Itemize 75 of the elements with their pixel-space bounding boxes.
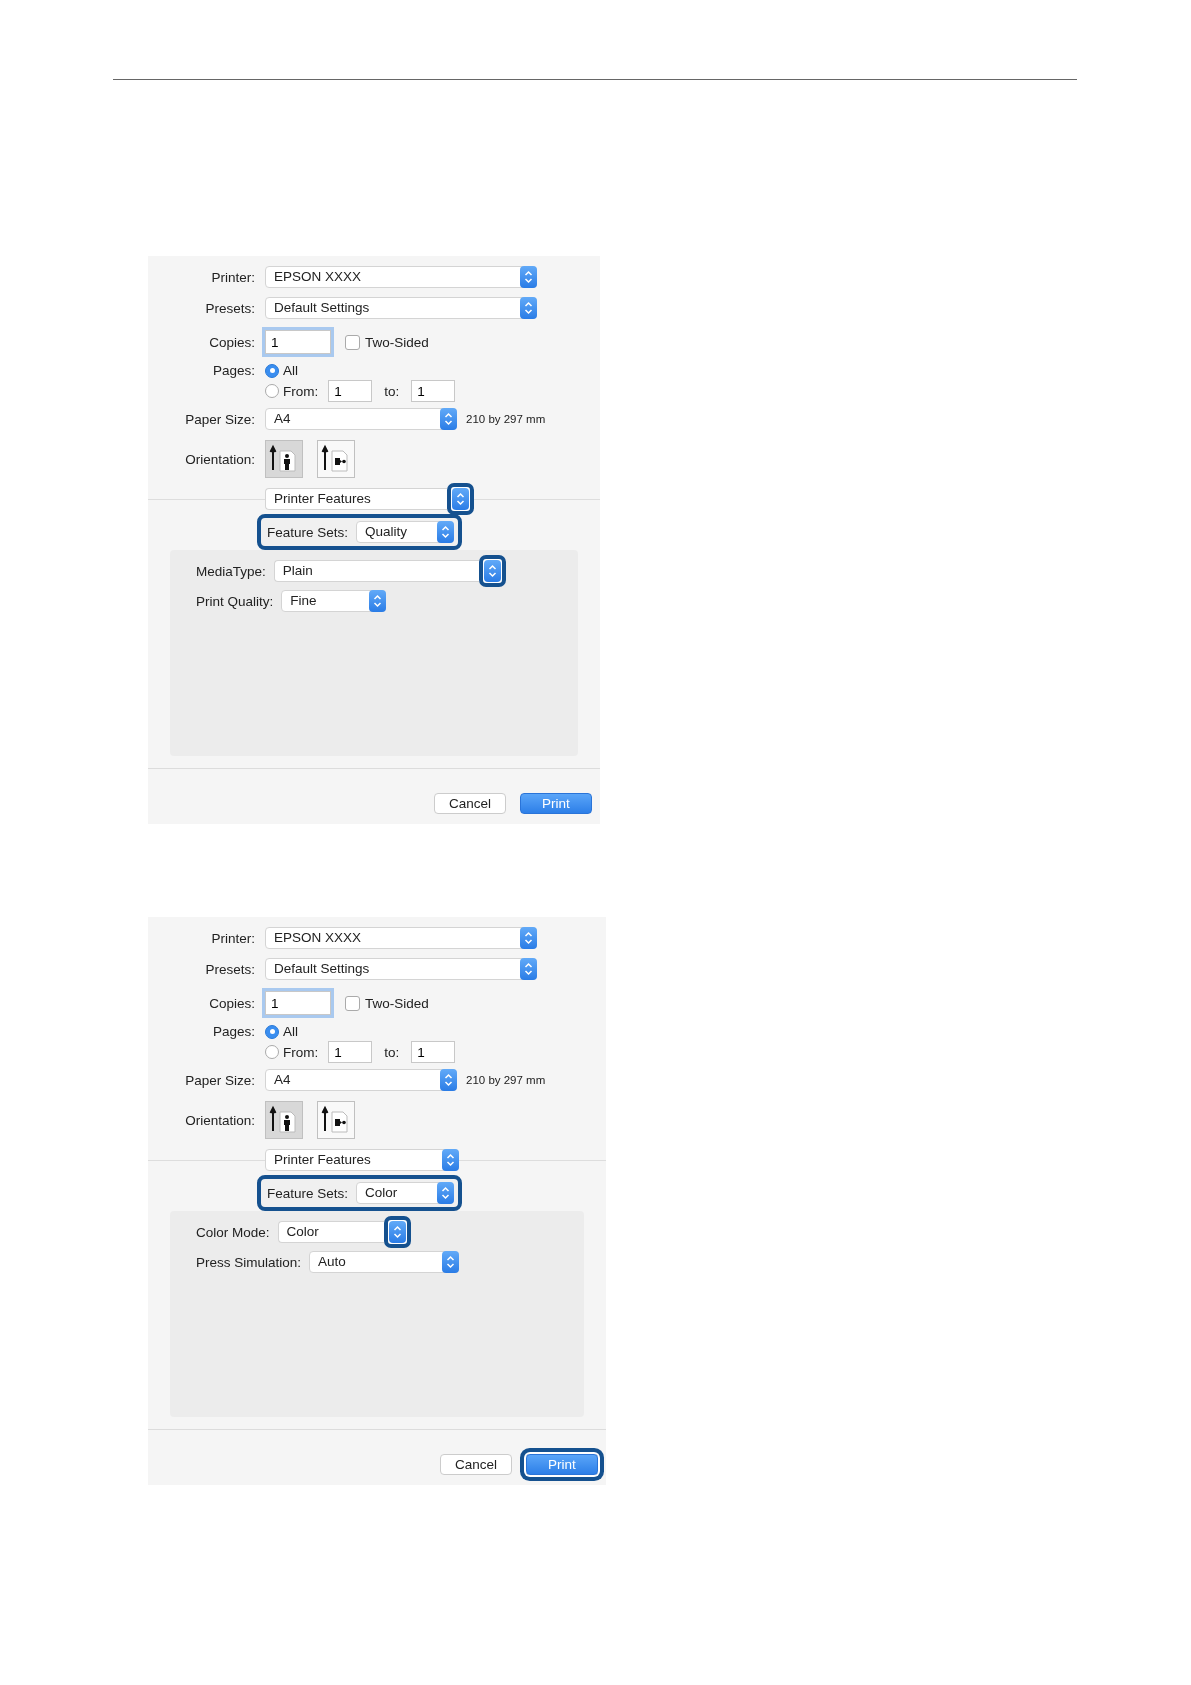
popup-button[interactable]: Auto	[309, 1251, 460, 1273]
stepper-icon	[520, 927, 537, 949]
input-field[interactable]: 1	[411, 1041, 456, 1063]
popup-button[interactable]: Default Settings	[265, 958, 537, 980]
cancel-button[interactable]: Cancel	[440, 1454, 512, 1475]
field-label: Feature Sets:	[267, 524, 349, 540]
field-label: Color Mode:	[196, 1224, 270, 1240]
paper-dimensions: 210 by 297 mm	[466, 413, 546, 425]
stepper-icon	[437, 521, 455, 543]
checkbox[interactable]	[345, 334, 360, 350]
radio-button[interactable]	[265, 1024, 279, 1039]
stepper-icon	[442, 1251, 460, 1273]
checkbox[interactable]	[345, 995, 360, 1011]
stepper-icon	[520, 297, 537, 319]
popup-button[interactable]: Fine	[281, 590, 387, 612]
popup-button[interactable]: EPSON XXXX	[265, 266, 537, 288]
field-label: MediaType:	[196, 563, 266, 579]
popup-button[interactable]: Default Settings	[265, 297, 537, 319]
field-label: Paper Size:	[184, 411, 255, 427]
radio-label: All	[283, 363, 298, 378]
popup-button[interactable]: Color	[277, 1221, 384, 1243]
orientation-button[interactable]	[317, 440, 355, 478]
popup-button[interactable]: Plain	[273, 560, 479, 582]
landscape-icon	[321, 444, 351, 474]
input-field[interactable]: 1	[328, 1041, 373, 1063]
input-field[interactable]: 1	[265, 991, 331, 1015]
radio-label: All	[283, 1024, 298, 1039]
radio-button[interactable]	[265, 363, 279, 378]
field-label: Pages:	[211, 1024, 255, 1039]
popup-button[interactable]: A4	[265, 1069, 457, 1091]
popup-button[interactable]: A4	[265, 408, 457, 430]
popup-button[interactable]: Printer Features	[265, 1149, 459, 1171]
radio-button[interactable]	[265, 384, 279, 398]
popup-button[interactable]: Printer Features	[265, 488, 447, 510]
field-label: Copies:	[208, 995, 255, 1011]
input-field[interactable]: 1	[411, 380, 456, 402]
cancel-button[interactable]: Cancel	[434, 793, 506, 814]
field-label: to:	[384, 1044, 400, 1060]
landscape-icon	[321, 1105, 351, 1135]
field-label: to:	[384, 383, 400, 399]
input-field[interactable]: 1	[328, 380, 373, 402]
stepper-icon	[440, 408, 457, 430]
stepper-icon	[440, 1069, 457, 1091]
orientation-button[interactable]	[265, 440, 303, 478]
checkbox-label: Two-Sided	[365, 334, 429, 350]
stepper-icon	[442, 1149, 459, 1171]
input-field[interactable]: 1	[265, 330, 331, 354]
stepper-icon	[369, 590, 387, 612]
radio-button[interactable]	[265, 1045, 279, 1059]
field-label: Paper Size:	[184, 1072, 255, 1088]
field-label: Presets:	[204, 961, 255, 977]
checkbox-label: Two-Sided	[365, 995, 429, 1011]
portrait-icon	[269, 1105, 299, 1135]
radio-label: From:	[283, 1044, 319, 1060]
field-label: Print Quality:	[196, 593, 274, 609]
popup-button[interactable]: EPSON XXXX	[265, 927, 537, 949]
field-label: Press Simulation:	[196, 1254, 302, 1270]
popup-button[interactable]: Quality	[356, 521, 455, 543]
stepper-icon	[520, 958, 537, 980]
field-label: Orientation:	[184, 451, 255, 467]
portrait-icon	[269, 444, 299, 474]
field-label: Feature Sets:	[267, 1185, 349, 1201]
radio-label: From:	[283, 383, 319, 399]
field-label: Presets:	[204, 300, 255, 316]
field-label: Printer:	[210, 269, 255, 285]
popup-button[interactable]: Color	[356, 1182, 455, 1204]
stepper-icon	[520, 266, 537, 288]
stepper-icon	[437, 1182, 455, 1204]
field-label: Printer:	[210, 930, 255, 946]
paper-dimensions: 210 by 297 mm	[466, 1074, 546, 1086]
field-label: Pages:	[211, 363, 255, 378]
orientation-button[interactable]	[265, 1101, 303, 1139]
field-label: Orientation:	[184, 1112, 255, 1128]
orientation-button[interactable]	[317, 1101, 355, 1139]
field-label: Copies:	[208, 334, 255, 350]
